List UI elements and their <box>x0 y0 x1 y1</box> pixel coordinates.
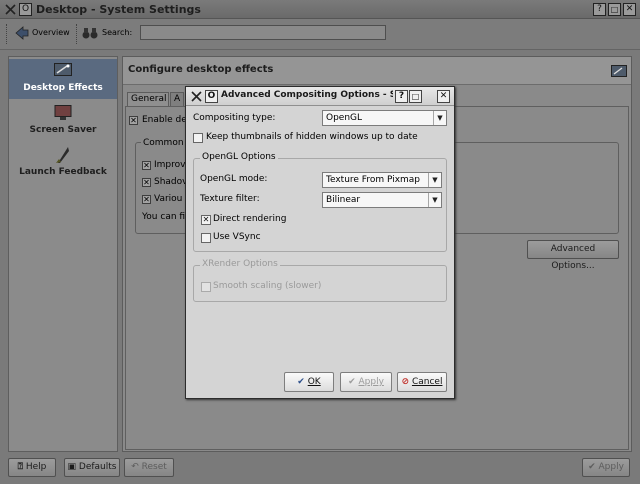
sidebar: Desktop Effects Screen Saver Launch Feed… <box>8 56 118 452</box>
enable-effects-label: Enable de <box>142 115 187 125</box>
toolbar: Overview Search: <box>0 19 640 50</box>
content-header: Configure desktop effects <box>123 57 631 85</box>
opengl-mode-value: Texture From Pixmap <box>326 175 421 185</box>
help-button[interactable]: ⍰ Help <box>8 458 56 477</box>
tab-general[interactable]: General <box>127 92 169 106</box>
ok-button[interactable]: ✔ OK <box>284 372 334 392</box>
search-input[interactable] <box>140 25 386 40</box>
texture-filter-select[interactable]: Bilinear ▼ <box>322 192 442 208</box>
option-checkbox[interactable]: ✕ <box>142 161 151 170</box>
sidebar-item-launch-feedback[interactable]: Launch Feedback <box>9 145 117 181</box>
maximize-icon[interactable]: □ <box>608 3 621 16</box>
reset-button-label: Reset <box>141 462 167 472</box>
cancel-icon: ⊘ <box>401 377 410 387</box>
cancel-button-label: Cancel <box>411 377 443 387</box>
option-label: Shadov <box>154 177 188 187</box>
help-icon[interactable]: ? <box>395 90 408 103</box>
page-title: Configure desktop effects <box>128 64 274 75</box>
close-icon[interactable]: ✕ <box>437 90 450 103</box>
apply-button[interactable]: ✔ Apply <box>582 458 630 477</box>
use-vsync-checkbox[interactable] <box>201 233 211 243</box>
apply-button-label: Apply <box>598 462 624 472</box>
reset-button[interactable]: ↶ Reset <box>124 458 174 477</box>
keep-thumbnails-label: Keep thumbnails of hidden windows up to … <box>206 132 418 142</box>
toolbar-handle <box>6 24 8 44</box>
opengl-mode-label: OpenGL mode: <box>200 174 268 184</box>
option-label: Improv <box>154 160 186 170</box>
desktop-effects-icon <box>611 65 627 78</box>
sidebar-item-label: Launch Feedback <box>19 167 107 177</box>
direct-rendering-label: Direct rendering <box>213 214 287 224</box>
option-checkbox[interactable]: ✕ <box>142 178 151 187</box>
apply-button[interactable]: ✔ Apply <box>340 372 392 392</box>
apply-button-label: Apply <box>358 377 384 387</box>
compositing-type-select[interactable]: OpenGL ▼ <box>322 110 447 126</box>
check-icon: ✔ <box>348 377 356 387</box>
window-menu-icon[interactable] <box>4 3 17 16</box>
option-label: Variou <box>154 194 183 204</box>
advanced-options-button[interactable]: Advanced Options... <box>527 240 619 271</box>
keep-thumbnails-checkbox[interactable] <box>193 133 203 143</box>
tab-advanced[interactable]: A <box>170 92 184 106</box>
desktop-effects-icon <box>54 63 72 77</box>
sidebar-item-label: Desktop Effects <box>23 83 103 93</box>
defaults-button-label: Defaults <box>78 462 117 472</box>
xrender-options-title: XRender Options <box>200 259 280 269</box>
back-arrow-icon <box>14 25 30 41</box>
dialog-menu-icon[interactable] <box>190 90 203 103</box>
chevron-down-icon: ▼ <box>433 111 446 125</box>
find-text: You can fi <box>142 212 186 222</box>
smooth-scaling-checkbox[interactable] <box>201 282 211 292</box>
close-icon[interactable]: ✕ <box>623 3 636 16</box>
maximize-icon[interactable]: □ <box>409 90 422 103</box>
smooth-scaling-label: Smooth scaling (slower) <box>213 281 322 291</box>
app-icon: O <box>205 90 218 103</box>
sidebar-item-label: Screen Saver <box>29 125 97 135</box>
screen-saver-icon <box>54 105 72 121</box>
enable-effects-checkbox[interactable]: ✕ <box>129 116 138 125</box>
compositing-type-value: OpenGL <box>326 113 363 123</box>
sidebar-item-desktop-effects[interactable]: Desktop Effects <box>9 59 117 99</box>
direct-rendering-checkbox[interactable]: ✕ <box>201 215 211 225</box>
check-icon: ✔ <box>297 377 305 387</box>
toolbar-separator <box>76 24 78 44</box>
rocket-icon <box>54 145 72 165</box>
dialog-titlebar: O Advanced Compositing Options - Sys ? □… <box>186 87 454 106</box>
advanced-compositing-dialog: O Advanced Compositing Options - Sys ? □… <box>185 86 455 399</box>
help-icon: ⍰ <box>17 462 23 472</box>
opengl-options-title: OpenGL Options <box>200 152 278 162</box>
cancel-button[interactable]: ⊘ Cancel <box>397 372 447 392</box>
common-group-title: Common <box>141 138 186 148</box>
help-icon[interactable]: ? <box>593 3 606 16</box>
binoculars-icon <box>82 26 98 40</box>
use-vsync-label: Use VSync <box>213 232 261 242</box>
defaults-button[interactable]: ▣ Defaults <box>64 458 120 477</box>
app-icon: O <box>19 3 32 16</box>
option-checkbox[interactable]: ✕ <box>142 195 151 204</box>
ok-button-label: OK <box>307 377 321 387</box>
window-titlebar: O Desktop - System Settings ? □ ✕ <box>0 0 640 19</box>
chevron-down-icon: ▼ <box>428 193 441 207</box>
check-icon: ✔ <box>588 462 596 472</box>
sidebar-item-screen-saver[interactable]: Screen Saver <box>9 103 117 139</box>
opengl-mode-select[interactable]: Texture From Pixmap ▼ <box>322 172 442 188</box>
texture-filter-value: Bilinear <box>326 195 361 205</box>
bottom-bar: ⍰ Help ▣ Defaults ↶ Reset ✔ Apply <box>0 455 640 484</box>
search-label: Search: <box>102 28 133 37</box>
chevron-down-icon: ▼ <box>428 173 441 187</box>
texture-filter-label: Texture filter: <box>200 194 260 204</box>
overview-button[interactable]: Overview <box>32 28 70 37</box>
opengl-options-group: OpenGL Options OpenGL mode: Texture From… <box>193 152 447 252</box>
xrender-options-group: XRender Options Smooth scaling (slower) <box>193 259 447 302</box>
compositing-type-label: Compositing type: <box>193 113 276 123</box>
reset-icon: ↶ <box>131 462 139 472</box>
dialog-title: Advanced Compositing Options - Sys <box>221 90 393 100</box>
help-button-label: Help <box>25 462 47 472</box>
window-title: Desktop - System Settings <box>36 3 201 16</box>
defaults-icon: ▣ <box>67 462 77 472</box>
